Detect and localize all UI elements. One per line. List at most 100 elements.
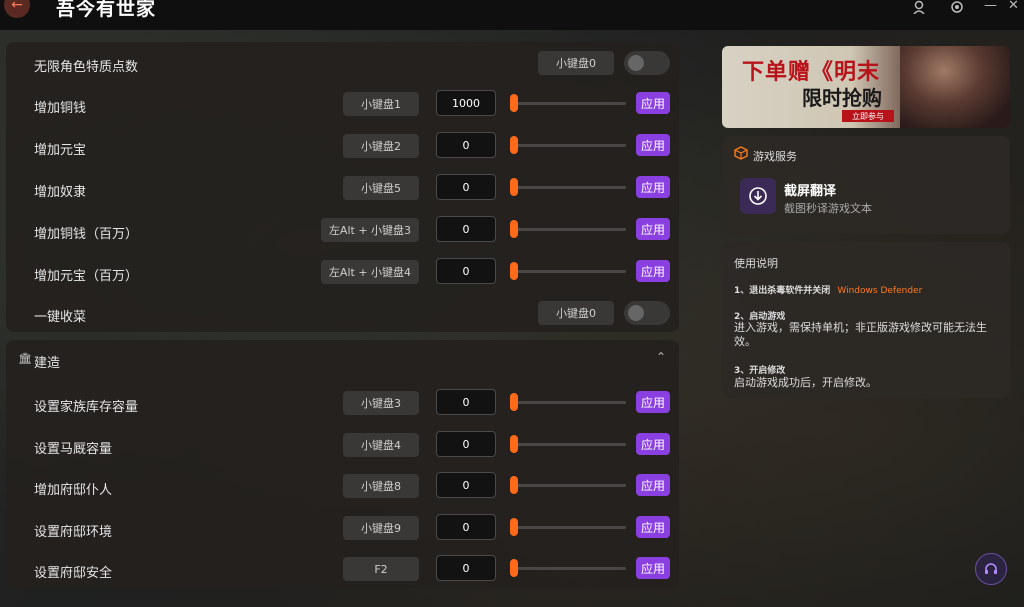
slider-thumb[interactable] [510, 435, 518, 453]
hotkey-badge[interactable]: 小键盘9 [343, 516, 419, 540]
apply-button[interactable]: 应用 [636, 218, 670, 240]
slider-track[interactable] [516, 484, 626, 487]
title-bar: ← 吾今有世家 — ✕ [0, 0, 1024, 30]
apply-button[interactable]: 应用 [636, 92, 670, 114]
value-input[interactable]: 0 [436, 431, 496, 457]
slider-track[interactable] [516, 270, 626, 273]
step1-title: 1、退出杀毒软件并关闭 [734, 286, 831, 296]
slider-thumb[interactable] [510, 518, 518, 536]
user-icon[interactable] [912, 0, 926, 18]
service-item-title[interactable]: 截屏翻译 [784, 180, 836, 199]
row-label: 设置家族库存容量 [34, 400, 139, 415]
row-infinite-trait-points: 无限角色特质点数 小键盘0 [6, 44, 679, 84]
game-service-title: 游戏服务 [753, 150, 797, 163]
section-title: 建造 [34, 356, 61, 371]
step1-text: 1、退出杀毒软件并关闭 Windows Defender [734, 283, 922, 296]
row-label: 设置府邸安全 [34, 566, 113, 581]
value-input[interactable]: 0 [436, 389, 496, 415]
apply-button[interactable]: 应用 [636, 391, 670, 413]
row-label: 一键收菜 [34, 310, 87, 325]
cheat-panel-top: 无限角色特质点数 小键盘0 增加铜钱 小键盘1 1000 应用 增加元宝 小键盘… [6, 42, 679, 332]
row-label: 增加元宝（百万） [34, 269, 139, 284]
value-input[interactable]: 0 [436, 132, 496, 158]
value-input[interactable]: 0 [436, 472, 496, 498]
apply-button[interactable]: 应用 [636, 176, 670, 198]
row-label: 设置马厩容量 [34, 442, 113, 457]
minimize-icon[interactable]: — [984, 0, 997, 13]
slider-thumb[interactable] [510, 559, 518, 577]
value-input[interactable]: 0 [436, 174, 496, 200]
row-family-storage: 设置家族库存容量 小键盘3 0 应用 [6, 384, 679, 424]
hotkey-badge[interactable]: 小键盘2 [343, 134, 419, 158]
step2-text: 进入游戏，需保持单机；非正版游戏修改可能无法生效。 [734, 321, 987, 348]
slider-track[interactable] [516, 526, 626, 529]
hotkey-badge[interactable]: 小键盘8 [343, 474, 419, 498]
slider-track[interactable] [516, 228, 626, 231]
row-add-slaves: 增加奴隶 小键盘5 0 应用 [6, 169, 679, 209]
toggle-switch[interactable] [624, 301, 670, 325]
value-input[interactable]: 1000 [436, 90, 496, 116]
slider-track[interactable] [516, 102, 626, 105]
slider-track[interactable] [516, 567, 626, 570]
promo-banner[interactable]: 下单赠《明末 限时抢购 立即参与 [722, 46, 1010, 128]
slider-thumb[interactable] [510, 178, 518, 196]
apply-button[interactable]: 应用 [636, 557, 670, 579]
row-label: 增加铜钱（百万） [34, 227, 139, 242]
settings-icon[interactable] [950, 0, 964, 18]
slider-track[interactable] [516, 443, 626, 446]
back-button[interactable]: ← [4, 0, 30, 18]
hotkey-badge[interactable]: 小键盘4 [343, 433, 419, 457]
slider-thumb[interactable] [510, 476, 518, 494]
slider-track[interactable] [516, 186, 626, 189]
hotkey-badge[interactable]: 小键盘3 [343, 391, 419, 415]
slider-track[interactable] [516, 144, 626, 147]
value-input[interactable]: 0 [436, 216, 496, 242]
hotkey-badge[interactable]: 左Alt + 小键盘3 [321, 218, 419, 242]
row-stable-capacity: 设置马厩容量 小键盘4 0 应用 [6, 426, 679, 466]
instructions-card: 使用说明 1、退出杀毒软件并关闭 Windows Defender 2、启动游戏… [722, 242, 1010, 398]
row-label: 设置府邸环境 [34, 525, 113, 540]
apply-button[interactable]: 应用 [636, 134, 670, 156]
toggle-knob [628, 305, 644, 321]
row-mansion-servants: 增加府邸仆人 小键盘8 0 应用 [6, 467, 679, 507]
toggle-knob [628, 55, 644, 71]
row-label: 增加奴隶 [34, 185, 87, 200]
slider-thumb[interactable] [510, 262, 518, 280]
hotkey-badge[interactable]: F2 [343, 557, 419, 581]
banner-subline: 限时抢购 [802, 86, 882, 110]
apply-button[interactable]: 应用 [636, 516, 670, 538]
value-input[interactable]: 0 [436, 555, 496, 581]
slider-thumb[interactable] [510, 393, 518, 411]
row-label: 无限角色特质点数 [34, 60, 139, 75]
apply-button[interactable]: 应用 [636, 433, 670, 455]
row-label: 增加府邸仆人 [34, 483, 113, 498]
slider-thumb[interactable] [510, 220, 518, 238]
row-add-copper-million: 增加铜钱（百万） 左Alt + 小键盘3 0 应用 [6, 211, 679, 251]
row-harvest-all: 一键收菜 小键盘0 [6, 294, 679, 334]
step3-text: 启动游戏成功后，开启修改。 [734, 376, 877, 389]
value-input[interactable]: 0 [436, 258, 496, 284]
screenshot-translate-icon[interactable] [740, 178, 776, 214]
apply-button[interactable]: 应用 [636, 474, 670, 496]
value-input[interactable]: 0 [436, 514, 496, 540]
game-service-card: 游戏服务 截屏翻译 截图秒译游戏文本 [722, 136, 1010, 234]
slider-thumb[interactable] [510, 136, 518, 154]
row-add-yuanbao: 增加元宝 小键盘2 0 应用 [6, 127, 679, 167]
close-icon[interactable]: ✕ [1008, 0, 1019, 13]
slider-thumb[interactable] [510, 94, 518, 112]
support-headset-button[interactable] [975, 553, 1007, 585]
banner-cta-button[interactable]: 立即参与 [842, 110, 894, 122]
toggle-switch[interactable] [624, 51, 670, 75]
hotkey-badge[interactable]: 小键盘5 [343, 176, 419, 200]
hotkey-badge[interactable]: 小键盘0 [538, 301, 614, 325]
hotkey-badge[interactable]: 小键盘0 [538, 51, 614, 75]
back-arrow-icon: ← [11, 0, 23, 13]
hotkey-badge[interactable]: 左Alt + 小键盘4 [321, 260, 419, 284]
slider-track[interactable] [516, 401, 626, 404]
row-label: 增加铜钱 [34, 101, 87, 116]
headset-icon [985, 563, 997, 574]
apply-button[interactable]: 应用 [636, 260, 670, 282]
hotkey-badge[interactable]: 小键盘1 [343, 92, 419, 116]
collapse-chevron-icon[interactable]: ⌃ [656, 350, 666, 364]
box-icon [734, 146, 748, 164]
